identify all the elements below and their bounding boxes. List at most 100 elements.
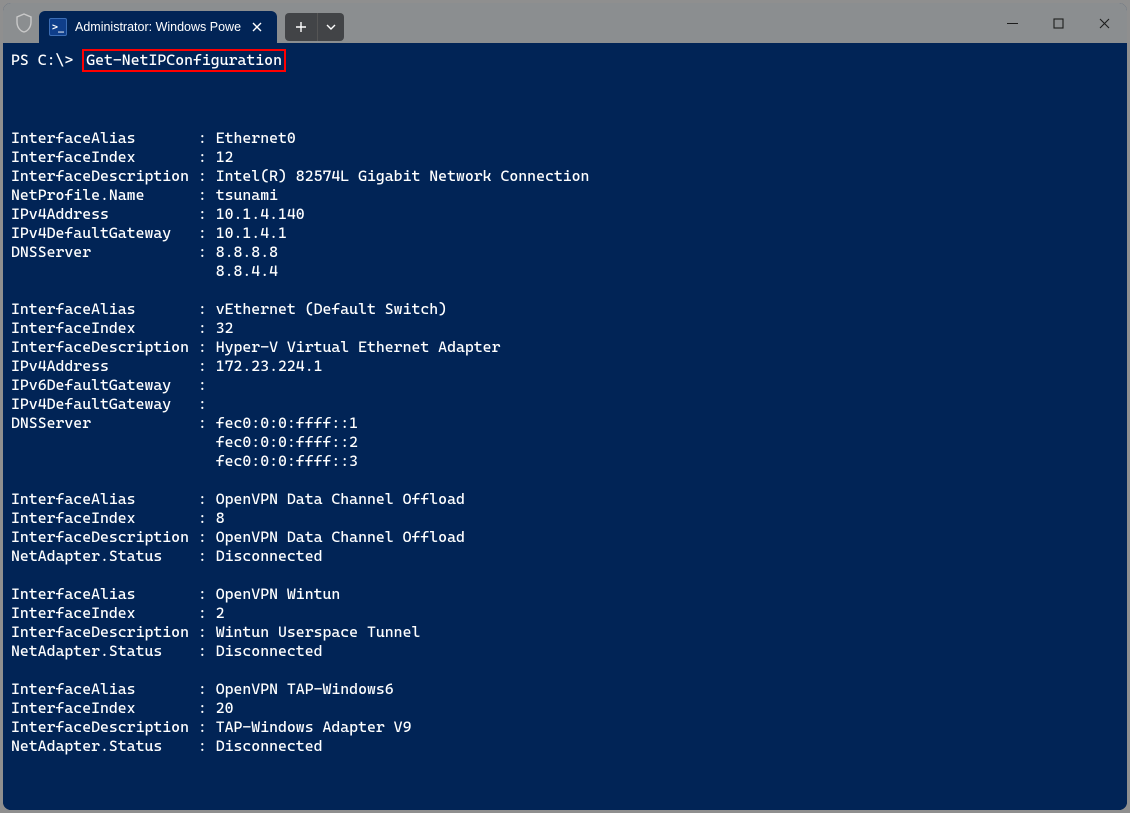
output-line: fec0:0:0:ffff::2 <box>11 433 358 451</box>
output-line: 8.8.4.4 <box>11 262 278 280</box>
output-value: 2 <box>216 604 225 622</box>
output-line: IPv4DefaultGateway : 10.1.4.1 <box>11 224 287 242</box>
output-value: 10.1.4.140 <box>216 205 305 223</box>
output-key: InterfaceAlias <box>11 490 198 508</box>
output-value: 172.23.224.1 <box>216 357 323 375</box>
output-colon: : <box>198 300 216 318</box>
output-colon <box>198 262 216 280</box>
output-line: InterfaceDescription : Wintun Userspace … <box>11 623 420 641</box>
output-line: DNSServer : fec0:0:0:ffff::1 <box>11 414 358 432</box>
output-value: 20 <box>216 699 234 717</box>
output-line: InterfaceIndex : 2 <box>11 604 225 622</box>
output-key: InterfaceIndex <box>11 604 198 622</box>
terminal-window: >_ Administrator: Windows Powe <box>3 3 1127 810</box>
output-colon: : <box>198 186 216 204</box>
output-key: IPv4Address <box>11 205 198 223</box>
console-output[interactable]: PS C:\> Get-NetIPConfiguration Interface… <box>3 43 1127 810</box>
output-colon: : <box>198 490 216 508</box>
output-value: vEthernet (Default Switch) <box>216 300 447 318</box>
output-value: fec0:0:0:ffff::3 <box>216 452 358 470</box>
output-value: fec0:0:0:ffff::1 <box>216 414 358 432</box>
title-bar-left: >_ Administrator: Windows Powe <box>3 3 344 43</box>
output-colon: : <box>198 319 216 337</box>
output-line: InterfaceIndex : 12 <box>11 148 234 166</box>
prompt-line: PS C:\> Get-NetIPConfiguration <box>11 51 1119 72</box>
output-colon: : <box>198 642 216 660</box>
output-colon: : <box>198 604 216 622</box>
output-line: InterfaceDescription : Intel(R) 82574L G… <box>11 167 589 185</box>
tab-active[interactable]: >_ Administrator: Windows Powe <box>39 11 277 43</box>
output-colon: : <box>198 205 216 223</box>
output-key: IPv4Address <box>11 357 198 375</box>
command-highlight: Get-NetIPConfiguration <box>82 49 286 72</box>
output-key: InterfaceDescription <box>11 528 198 546</box>
output-key <box>11 452 198 470</box>
output-value: Intel(R) 82574L Gigabit Network Connecti… <box>216 167 590 185</box>
output-key: IPv4DefaultGateway <box>11 224 198 242</box>
output-line: DNSServer : 8.8.8.8 <box>11 243 278 261</box>
output-line: InterfaceAlias : OpenVPN Data Channel Of… <box>11 490 465 508</box>
output-value: Hyper-V Virtual Ethernet Adapter <box>216 338 501 356</box>
prompt-prefix: PS C:\> <box>11 51 73 69</box>
output-value: tsunami <box>216 186 278 204</box>
close-button[interactable] <box>1081 3 1127 43</box>
output-value: Ethernet0 <box>216 129 296 147</box>
output-colon: : <box>198 243 216 261</box>
title-bar[interactable]: >_ Administrator: Windows Powe <box>3 3 1127 43</box>
output-line: NetProfile.Name : tsunami <box>11 186 278 204</box>
tab-dropdown-button[interactable] <box>317 13 344 41</box>
output-body: InterfaceAlias : Ethernet0 InterfaceInde… <box>11 91 1119 775</box>
output-line: InterfaceIndex : 32 <box>11 319 234 337</box>
output-value: Wintun Userspace Tunnel <box>216 623 421 641</box>
output-line: InterfaceAlias : Ethernet0 <box>11 129 296 147</box>
output-line: InterfaceDescription : TAP-Windows Adapt… <box>11 718 411 736</box>
output-value: Disconnected <box>216 642 323 660</box>
output-line: IPv4Address : 172.23.224.1 <box>11 357 323 375</box>
output-line: InterfaceDescription : OpenVPN Data Chan… <box>11 528 465 546</box>
output-line: fec0:0:0:ffff::3 <box>11 452 358 470</box>
output-key: InterfaceIndex <box>11 699 198 717</box>
output-colon: : <box>198 129 216 147</box>
output-value: 10.1.4.1 <box>216 224 287 242</box>
output-value: 8.8.8.8 <box>216 243 278 261</box>
output-colon: : <box>198 528 216 546</box>
output-key: InterfaceDescription <box>11 718 198 736</box>
output-value: TAP-Windows Adapter V9 <box>216 718 412 736</box>
output-line: InterfaceIndex : 20 <box>11 699 234 717</box>
tab-close-button[interactable] <box>247 17 267 37</box>
output-key: DNSServer <box>11 243 198 261</box>
output-value: 12 <box>216 148 234 166</box>
command-text: Get-NetIPConfiguration <box>86 51 282 69</box>
output-line: NetAdapter.Status : Disconnected <box>11 547 323 565</box>
output-value: OpenVPN Data Channel Offload <box>216 490 465 508</box>
output-colon: : <box>198 414 216 432</box>
output-colon: : <box>198 680 216 698</box>
minimize-button[interactable] <box>989 3 1035 43</box>
output-key: NetAdapter.Status <box>11 547 198 565</box>
output-line: InterfaceDescription : Hyper-V Virtual E… <box>11 338 500 356</box>
output-key: InterfaceDescription <box>11 623 198 641</box>
output-key: IPv6DefaultGateway <box>11 376 198 394</box>
output-colon: : <box>198 547 216 565</box>
output-colon: : <box>198 357 216 375</box>
output-colon: : <box>198 623 216 641</box>
output-colon <box>198 452 216 470</box>
output-key <box>11 262 198 280</box>
output-key: InterfaceIndex <box>11 319 198 337</box>
output-key: NetAdapter.Status <box>11 737 198 755</box>
title-bar-drag-region[interactable] <box>344 3 989 43</box>
output-key: InterfaceAlias <box>11 300 198 318</box>
output-line: NetAdapter.Status : Disconnected <box>11 642 323 660</box>
output-key: IPv4DefaultGateway <box>11 395 198 413</box>
new-tab-button[interactable] <box>285 13 317 41</box>
output-value: Disconnected <box>216 547 323 565</box>
output-colon: : <box>198 585 216 603</box>
output-value: Disconnected <box>216 737 323 755</box>
output-line: InterfaceAlias : OpenVPN TAP-Windows6 <box>11 680 394 698</box>
output-line: IPv6DefaultGateway : <box>11 376 216 394</box>
maximize-button[interactable] <box>1035 3 1081 43</box>
output-line: IPv4Address : 10.1.4.140 <box>11 205 305 223</box>
tab-controls <box>285 13 344 41</box>
tab-title: Administrator: Windows Powe <box>75 20 241 34</box>
output-key: InterfaceAlias <box>11 680 198 698</box>
